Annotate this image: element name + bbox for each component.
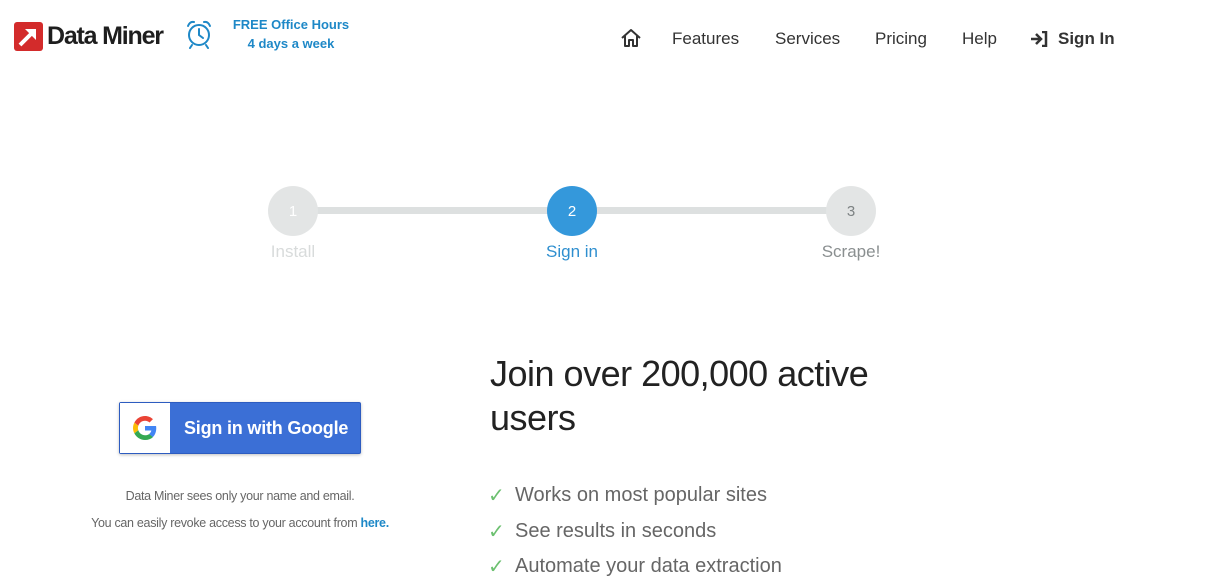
step-1-label: Install [270,242,316,261]
privacy-note: Data Miner sees only your name and email… [125,489,355,503]
nav-help-link[interactable]: Help [962,27,997,51]
google-sign-in-label: Sign in with Google [184,417,349,438]
check-icon: ✓ [488,556,505,579]
feature-item: ✓ Works on most popular sites [488,478,782,514]
feature-item: ✓ See results in seconds [488,514,782,550]
office-hours-line2: 4 days a week [247,36,335,51]
step-2-label: Sign in [546,242,598,261]
nav-features-link[interactable]: Features [672,27,739,51]
home-icon [621,29,641,47]
nav-sign-in-label: Sign In [1058,29,1115,48]
feature-text: See results in seconds [515,519,717,542]
logo-arrow-icon [14,22,43,51]
revoke-access-link[interactable]: here. [361,516,390,530]
revoke-note: You can easily revoke access to your acc… [40,516,440,530]
check-icon: ✓ [488,520,505,543]
office-hours-link[interactable]: FREE Office Hours 4 days a week [226,15,356,53]
check-icon: ✓ [488,485,505,508]
promo-headline: Join over 200,000 active users [490,353,869,438]
google-icon [120,403,170,453]
nav-sign-in-link[interactable]: Sign In [1030,27,1115,51]
office-hours-line1: FREE Office Hours [232,17,350,32]
logo-text: Data Miner [47,22,164,50]
nav-home-button[interactable] [620,28,642,53]
google-sign-in-button[interactable]: Sign in with Google [119,402,361,454]
feature-item: ✓ Automate your data extraction [488,549,782,585]
feature-text: Automate your data extraction [515,555,782,578]
step-3-circle: 3 [826,186,876,236]
feature-list: ✓ Works on most popular sites ✓ See resu… [488,478,782,585]
step-1-circle: 1 [268,186,318,236]
feature-text: Works on most popular sites [515,484,767,507]
step-2-circle: 2 [547,186,597,236]
step-3-label: Scrape! [821,242,881,261]
revoke-note-text: You can easily revoke access to your acc… [91,516,361,530]
sign-in-icon [1031,31,1048,47]
alarm-clock-icon [185,19,213,54]
nav-services-link[interactable]: Services [775,27,840,51]
nav-pricing-link[interactable]: Pricing [875,27,927,51]
logo[interactable]: Data Miner [14,22,164,51]
